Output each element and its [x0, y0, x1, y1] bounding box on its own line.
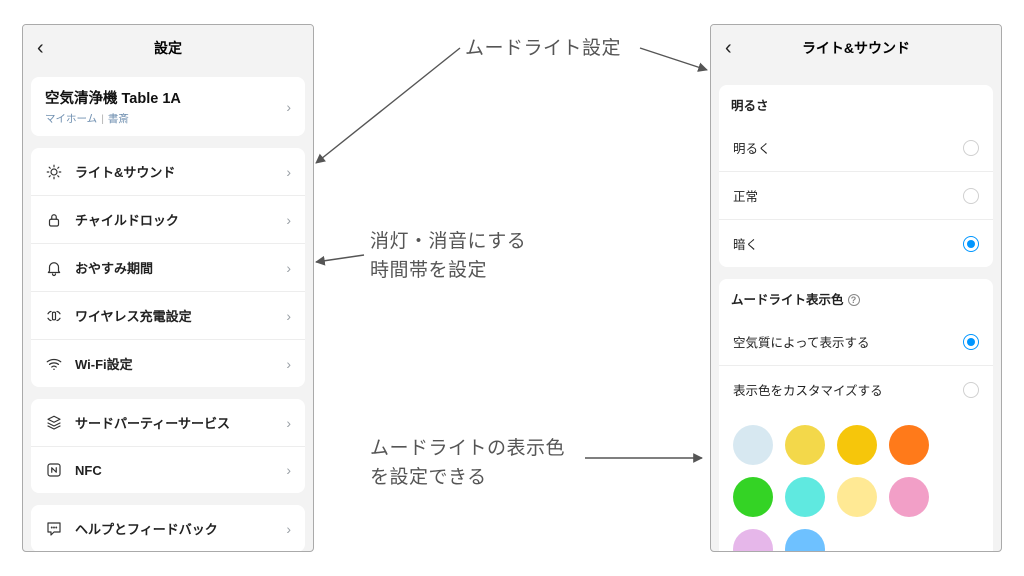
row-nfc[interactable]: NFC › — [31, 446, 305, 493]
settings-screen: ‹ 設定 空気清浄機 Table 1A マイホーム|書斎 › ライト&サウンド … — [22, 24, 314, 552]
settings-group-help: ヘルプとフィードバック › — [31, 505, 305, 552]
chat-icon — [45, 520, 63, 538]
color-swatch[interactable] — [785, 477, 825, 517]
row-label: Wi-Fi設定 — [75, 354, 274, 373]
chevron-right-icon: › — [286, 260, 291, 276]
annotation-sleep-setting: 消灯・消音にする時間帯を設定 — [370, 228, 526, 285]
row-label: おやすみ期間 — [75, 258, 274, 277]
device-row[interactable]: 空気清浄機 Table 1A マイホーム|書斎 › — [31, 77, 305, 136]
option-label: 表示色をカスタマイズする — [733, 380, 883, 399]
row-help-feedback[interactable]: ヘルプとフィードバック › — [31, 505, 305, 552]
mood-option-airq[interactable]: 空気質によって表示する — [719, 318, 993, 365]
device-name: 空気清浄機 Table 1A — [45, 87, 181, 108]
row-label: ヘルプとフィードバック — [75, 519, 274, 538]
row-child-lock[interactable]: チャイルドロック › — [31, 195, 305, 243]
brightness-option-dark[interactable]: 暗く — [719, 219, 993, 267]
mood-color-label: ムードライト表示色? — [719, 279, 993, 318]
settings-group-services: サードパーティーサービス › NFC › — [31, 399, 305, 493]
help-icon[interactable]: ? — [848, 294, 860, 306]
row-label: サードパーティーサービス — [75, 413, 274, 432]
radio-icon — [963, 140, 979, 156]
wireless-charge-icon — [45, 307, 63, 325]
row-label: ワイヤレス充電設定 — [75, 306, 274, 325]
chevron-right-icon: › — [286, 521, 291, 537]
lock-icon — [45, 211, 63, 229]
radio-icon — [963, 188, 979, 204]
brightness-group: 明るさ 明るく 正常 暗く — [719, 85, 993, 267]
color-swatches — [719, 413, 993, 552]
chevron-right-icon: › — [286, 415, 291, 431]
wifi-icon — [45, 355, 63, 373]
color-swatch[interactable] — [785, 425, 825, 465]
color-swatch[interactable] — [837, 425, 877, 465]
radio-icon — [963, 334, 979, 350]
nfc-icon — [45, 461, 63, 479]
color-swatch[interactable] — [733, 425, 773, 465]
radio-icon — [963, 382, 979, 398]
chevron-right-icon: › — [286, 308, 291, 324]
back-button[interactable]: ‹ — [725, 38, 732, 58]
option-label: 暗く — [733, 234, 758, 253]
row-label: ライト&サウンド — [75, 162, 274, 181]
brightness-option-bright[interactable]: 明るく — [719, 124, 993, 171]
chevron-right-icon: › — [286, 356, 291, 372]
nav-title: 設定 — [154, 38, 182, 58]
stack-icon — [45, 414, 63, 432]
chevron-right-icon: › — [286, 164, 291, 180]
chevron-right-icon: › — [286, 99, 291, 115]
back-button[interactable]: ‹ — [37, 38, 44, 58]
radio-icon — [963, 236, 979, 252]
brightness-label: 明るさ — [719, 85, 993, 124]
color-swatch[interactable] — [733, 529, 773, 552]
row-wireless-charge[interactable]: ワイヤレス充電設定 › — [31, 291, 305, 339]
option-label: 明るく — [733, 138, 771, 157]
mood-color-group: ムードライト表示色? 空気質によって表示する 表示色をカスタマイズする — [719, 279, 993, 552]
annotation-mood-setting: ムードライト設定 — [465, 35, 621, 64]
bell-icon — [45, 259, 63, 277]
row-wifi[interactable]: Wi-Fi設定 › — [31, 339, 305, 387]
row-light-sound[interactable]: ライト&サウンド › — [31, 148, 305, 195]
chevron-right-icon: › — [286, 462, 291, 478]
row-label: NFC — [75, 463, 274, 478]
device-location: マイホーム|書斎 — [45, 111, 181, 126]
brightness-option-normal[interactable]: 正常 — [719, 171, 993, 219]
row-label: チャイルドロック — [75, 210, 274, 229]
annotation-color-setting: ムードライトの表示色を設定できる — [370, 435, 565, 492]
color-swatch[interactable] — [733, 477, 773, 517]
option-label: 空気質によって表示する — [733, 332, 870, 351]
chevron-right-icon: › — [286, 212, 291, 228]
color-swatch[interactable] — [837, 477, 877, 517]
settings-group-device: ライト&サウンド › チャイルドロック › おやすみ期間 › — [31, 148, 305, 387]
color-swatch[interactable] — [889, 477, 929, 517]
light-icon — [45, 163, 63, 181]
mood-option-custom[interactable]: 表示色をカスタマイズする — [719, 365, 993, 413]
nav-bar: ‹ 設定 — [23, 25, 313, 71]
row-sleep-period[interactable]: おやすみ期間 › — [31, 243, 305, 291]
light-sound-screen: ‹ ライト&サウンド 明るさ 明るく 正常 暗く ムードライト表示色? — [710, 24, 1002, 552]
option-label: 正常 — [733, 186, 758, 205]
nav-bar: ‹ ライト&サウンド — [711, 25, 1001, 71]
nav-title: ライト&サウンド — [802, 38, 910, 58]
row-third-party[interactable]: サードパーティーサービス › — [31, 399, 305, 446]
color-swatch[interactable] — [889, 425, 929, 465]
color-swatch[interactable] — [785, 529, 825, 552]
